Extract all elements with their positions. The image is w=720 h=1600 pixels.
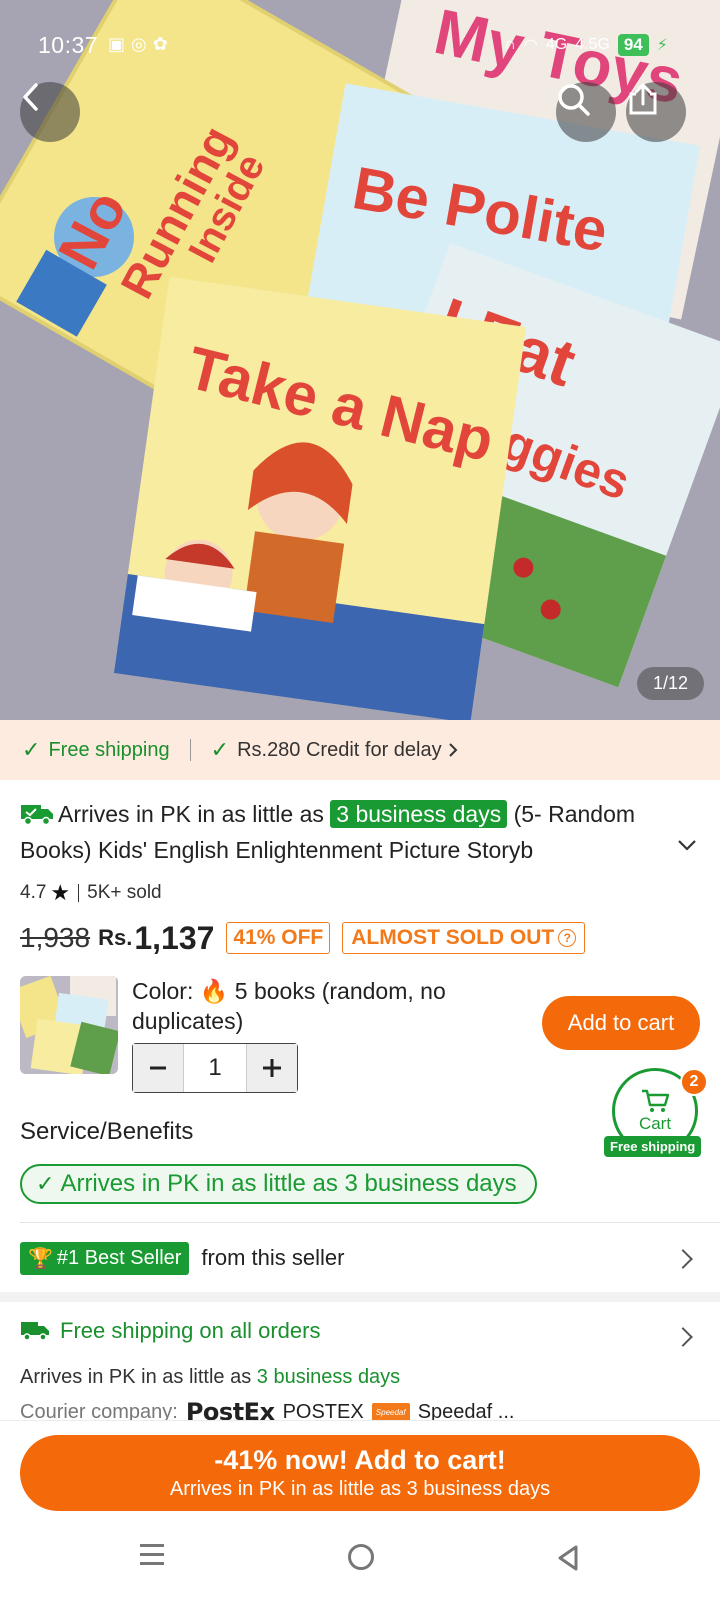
- system-icons: ∩ ◠ 4G 4.5G 94 ⚡: [504, 34, 668, 56]
- plus-icon: [263, 1059, 281, 1077]
- star-icon: ★: [50, 880, 71, 905]
- status-bar: 10:37 ▣ ◎ ✿ ∩ ◠ 4G 4.5G 94 ⚡: [0, 28, 720, 68]
- product-image-carousel[interactable]: My Toys No Running Inside Be Polite I Ea…: [0, 0, 720, 720]
- status-time: 10:37: [38, 32, 99, 58]
- free-shipping-row[interactable]: Free shipping on all orders: [20, 1318, 320, 1344]
- current-price: 1,137: [134, 919, 215, 956]
- cart-icon: [642, 1089, 670, 1112]
- divider: [78, 884, 80, 902]
- arrival-estimate: Arrives in PK in as little as 3 business…: [20, 1366, 400, 1389]
- variant-thumbnail[interactable]: [20, 976, 118, 1074]
- shipping-benefits-strip[interactable]: ✓ Free shipping ✓ Rs.280 Credit for dela…: [0, 720, 720, 780]
- arrival-days: 3 business days: [256, 1366, 401, 1388]
- system-nav-bar: [0, 1520, 720, 1600]
- cart-count-badge: 2: [680, 1068, 708, 1096]
- arrives-prefix: Arrives in PK in as little as: [58, 801, 324, 827]
- color-label: Color:: [132, 978, 194, 1004]
- check-icon: ✓: [36, 1171, 55, 1196]
- sold-count: 5K+ sold: [87, 882, 162, 903]
- increase-quantity-button[interactable]: [247, 1044, 297, 1092]
- image-pager: 1/12: [636, 667, 704, 700]
- best-seller-label: #1 Best Seller: [56, 1246, 182, 1269]
- recent-apps-button[interactable]: [140, 1544, 164, 1568]
- rating-row[interactable]: 4.7 ★ 5K+ sold: [20, 880, 162, 906]
- cta-line2: Arrives in PK in as little as 3 business…: [169, 1478, 551, 1500]
- charging-icon: ⚡: [656, 37, 668, 54]
- quantity-value[interactable]: 1: [183, 1044, 247, 1092]
- photo-notification-icon: ▣: [108, 34, 126, 54]
- cart-label: Cart: [638, 1114, 672, 1133]
- divider: [189, 739, 191, 761]
- chevron-right-icon: [673, 1327, 693, 1347]
- cart-free-shipping-tag: Free shipping: [604, 1136, 702, 1157]
- signal-45g-label: 4.5G: [575, 36, 610, 53]
- battery-level: 94: [617, 34, 649, 56]
- product-title[interactable]: Arrives in PK in as little as 3 business…: [20, 796, 680, 868]
- almost-sold-out-badge[interactable]: ALMOST SOLD OUT ?: [342, 922, 586, 954]
- best-seller-badge: 🏆 #1 Best Seller: [20, 1241, 190, 1275]
- arrives-days-badge: 3 business days: [330, 800, 508, 828]
- back-button[interactable]: [20, 82, 80, 142]
- minus-icon: [150, 1066, 166, 1070]
- shipping-truck-icon: [21, 1322, 49, 1341]
- check-icon: ✓: [210, 737, 230, 762]
- search-button[interactable]: [556, 82, 616, 142]
- check-icon: ✓: [22, 737, 41, 762]
- section-separator: [0, 1292, 720, 1302]
- service-benefit-text: Arrives in PK in as little as 3 business…: [60, 1170, 517, 1197]
- add-to-cart-button[interactable]: Add to cart: [542, 996, 700, 1050]
- headphones-icon: ∩: [504, 36, 516, 53]
- expand-title-chevron-icon[interactable]: [676, 834, 698, 856]
- back-arrow-icon: [23, 83, 38, 111]
- bottom-action-bar: -41% now! Add to cart! Arrives in PK in …: [0, 1420, 720, 1520]
- free-shipping-label: Free shipping: [48, 738, 170, 761]
- best-seller-row[interactable]: 🏆 #1 Best Seller from this seller: [20, 1240, 700, 1276]
- discount-badge: 41% OFF: [226, 922, 331, 954]
- variant-selector[interactable]: Color: 🔥 5 books (random, no duplicates): [132, 976, 522, 1036]
- currency-label: Rs.: [98, 925, 133, 950]
- cta-line1: -41% now! Add to cart!: [214, 1445, 506, 1475]
- service-benefits-heading: Service/Benefits: [20, 1118, 194, 1145]
- arrival-prefix: Arrives in PK in as little as: [20, 1366, 252, 1388]
- delay-credit-label: Rs.280 Credit for delay: [237, 738, 442, 761]
- chevron-right-icon: [448, 743, 458, 757]
- delivery-truck-icon: [21, 805, 53, 826]
- price-row: 1,938 Rs. 1,137 41% OFF ALMOST SOLD OUT …: [20, 918, 586, 958]
- discount-add-to-cart-button[interactable]: -41% now! Add to cart! Arrives in PK in …: [20, 1435, 700, 1511]
- share-button[interactable]: [626, 82, 686, 142]
- help-icon: ?: [558, 929, 577, 947]
- share-icon: [629, 83, 657, 115]
- variant-thumbnail-image: [20, 976, 118, 1074]
- title-text-start: (5- Random: [513, 801, 636, 827]
- service-benefit-pill[interactable]: ✓ Arrives in PK in as little as 3 busine…: [20, 1164, 537, 1204]
- delay-credit-link[interactable]: Rs.280 Credit for delay: [237, 739, 458, 762]
- quantity-stepper[interactable]: 1: [132, 1043, 298, 1093]
- wifi-icon: ◠: [523, 37, 538, 54]
- fire-icon: 🔥: [199, 978, 229, 1004]
- almost-sold-out-label: ALMOST SOLD OUT: [351, 926, 555, 949]
- rating-value: 4.7: [20, 882, 47, 903]
- original-price: 1,938: [20, 922, 91, 953]
- signal-4g-label: 4G: [545, 36, 568, 53]
- title-text-line2: Books) Kids' English Enlightenment Pictu…: [20, 837, 534, 863]
- pinwheel-icon: ✿: [152, 34, 168, 54]
- instagram-icon: ◎: [131, 34, 147, 54]
- best-seller-text: from this seller: [201, 1245, 345, 1270]
- trophy-icon: 🏆: [28, 1247, 53, 1270]
- system-back-icon[interactable]: [556, 1544, 580, 1572]
- free-shipping-all-label: Free shipping on all orders: [60, 1318, 321, 1343]
- search-icon: [558, 84, 590, 116]
- decrease-quantity-button[interactable]: [133, 1044, 183, 1092]
- notification-icons: ▣ ◎ ✿: [108, 34, 168, 55]
- home-button[interactable]: [348, 1544, 374, 1570]
- divider: [20, 1222, 720, 1223]
- speedaf-logo: Speedaf: [371, 1403, 410, 1421]
